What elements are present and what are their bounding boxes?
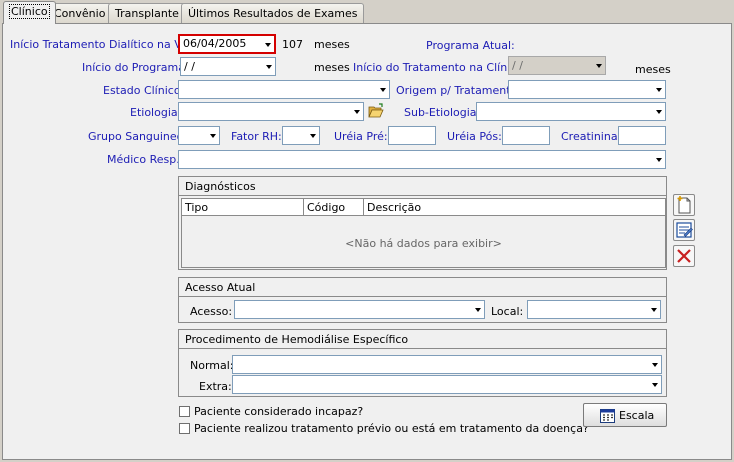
delete-diagnostico-button[interactable]	[673, 245, 695, 267]
tab-ultimos-resultados[interactable]: Últimos Resultados de Exames	[181, 3, 365, 23]
col-descricao[interactable]: Descrição	[364, 199, 667, 216]
ureia-pre-input[interactable]	[388, 126, 436, 145]
grid-header: Tipo Código Descrição	[182, 199, 665, 216]
inicio-tratamento-label: Início Tratamento Dialítico na Vida:	[10, 38, 203, 51]
meses-label: meses	[314, 38, 350, 51]
acesso-group: Acesso Atual Acesso: Local:	[178, 277, 667, 323]
extra-select[interactable]	[232, 375, 662, 394]
col-codigo[interactable]: Código	[304, 199, 364, 216]
chevron-down-icon	[652, 383, 658, 387]
escala-label: Escala	[619, 409, 655, 422]
tab-clinico-label: Clínico	[9, 4, 50, 19]
diagnosticos-group: Diagnósticos Tipo Código Descrição <Não …	[178, 176, 667, 270]
edit-icon	[676, 222, 693, 238]
normal-select[interactable]	[232, 355, 662, 374]
chevron-down-icon	[656, 88, 662, 92]
calendar-icon	[600, 409, 615, 423]
sub-etiologia-select[interactable]	[476, 102, 666, 121]
escala-button[interactable]: Escala	[583, 403, 667, 427]
origem-select[interactable]	[508, 80, 666, 99]
sub-etiologia-label: Sub-Etiologia:	[404, 106, 481, 119]
chevron-down-icon	[380, 88, 386, 92]
chevron-down-icon	[265, 43, 271, 47]
creatinina-label: Creatinina:	[561, 130, 622, 143]
edit-diagnostico-button[interactable]	[673, 219, 695, 241]
estado-clinico-select[interactable]	[178, 80, 390, 99]
meses-label-3: meses	[635, 63, 671, 76]
acesso-title: Acesso Atual	[179, 278, 666, 297]
local-select[interactable]	[527, 300, 661, 319]
inicio-tratamento-value: 06/04/2005	[183, 37, 247, 50]
local-label: Local:	[491, 305, 524, 318]
add-diagnostico-button[interactable]	[673, 194, 695, 216]
incapaz-label: Paciente considerado incapaz?	[194, 405, 364, 418]
tab-convenio-label: Convênio	[54, 7, 106, 20]
folder-open-icon[interactable]	[368, 103, 384, 119]
grupo-sanguineo-label: Grupo Sanguineo:	[88, 130, 188, 143]
tab-clinico[interactable]: Clínico	[3, 1, 56, 24]
extra-label: Extra:	[199, 380, 232, 393]
incapaz-checkbox[interactable]	[179, 406, 190, 417]
col-tipo[interactable]: Tipo	[182, 199, 304, 216]
chevron-down-icon	[651, 308, 657, 312]
chevron-down-icon	[310, 134, 316, 138]
origem-label: Origem p/ Tratamento:	[396, 84, 522, 97]
chevron-down-icon	[656, 158, 662, 162]
programa-atual-label: Programa Atual:	[426, 39, 515, 52]
tratamento-previo-checkbox[interactable]	[179, 423, 190, 434]
inicio-programa-value: / /	[184, 60, 195, 73]
procedimento-group: Procedimento de Hemodiálise Específico N…	[178, 329, 667, 397]
empty-message: <Não há dados para exibir>	[345, 237, 502, 250]
chevron-down-icon	[656, 110, 662, 114]
normal-label: Normal:	[190, 359, 234, 372]
inicio-programa-date[interactable]: / /	[180, 57, 276, 76]
chevron-down-icon	[652, 363, 658, 367]
procedimento-title: Procedimento de Hemodiálise Específico	[179, 330, 666, 349]
acesso-label: Acesso:	[190, 305, 233, 318]
tab-transplante[interactable]: Transplante	[108, 3, 186, 23]
tratamento-previo-label: Paciente realizou tratamento prévio ou e…	[194, 422, 589, 435]
close-icon	[677, 249, 691, 263]
inicio-programa-label: Início do Programa:	[82, 61, 189, 74]
fator-rh-label: Fator RH:	[231, 130, 282, 143]
chevron-down-icon	[596, 64, 602, 68]
etiologia-label: Etiologia:	[130, 106, 182, 119]
chevron-down-icon	[354, 110, 360, 114]
ureia-pos-label: Uréia Pós:	[447, 130, 502, 143]
estado-clinico-label: Estado Clínico:	[103, 84, 185, 97]
inicio-clinica-date[interactable]: / /	[508, 56, 606, 75]
tab-convenio[interactable]: Convênio	[47, 3, 113, 23]
etiologia-select[interactable]	[178, 102, 364, 121]
chevron-down-icon	[266, 65, 272, 69]
new-document-icon	[677, 196, 691, 214]
medico-label: Médico Resp.:	[107, 153, 184, 166]
meses-count: 107	[282, 38, 303, 51]
creatinina-input[interactable]	[618, 126, 666, 145]
meses-label-2: meses	[314, 61, 350, 74]
tab-ultimos-resultados-label: Últimos Resultados de Exames	[188, 7, 358, 20]
chevron-down-icon	[210, 134, 216, 138]
ureia-pre-label: Uréia Pré:	[334, 130, 388, 143]
medico-select[interactable]	[178, 150, 666, 169]
ureia-pos-input[interactable]	[502, 126, 550, 145]
tab-transplante-label: Transplante	[115, 7, 179, 20]
fator-rh-select[interactable]	[282, 126, 320, 145]
diagnosticos-title: Diagnósticos	[179, 177, 666, 196]
acesso-select[interactable]	[234, 300, 485, 319]
grupo-sanguineo-select[interactable]	[178, 126, 220, 145]
chevron-down-icon	[475, 308, 481, 312]
inicio-tratamento-date[interactable]: 06/04/2005	[178, 34, 276, 54]
diagnosticos-grid[interactable]: Tipo Código Descrição <Não há dados para…	[181, 198, 666, 268]
inicio-clinica-value: / /	[512, 59, 523, 72]
inicio-clinica-label: Início do Tratamento na Clínica:	[353, 61, 527, 74]
